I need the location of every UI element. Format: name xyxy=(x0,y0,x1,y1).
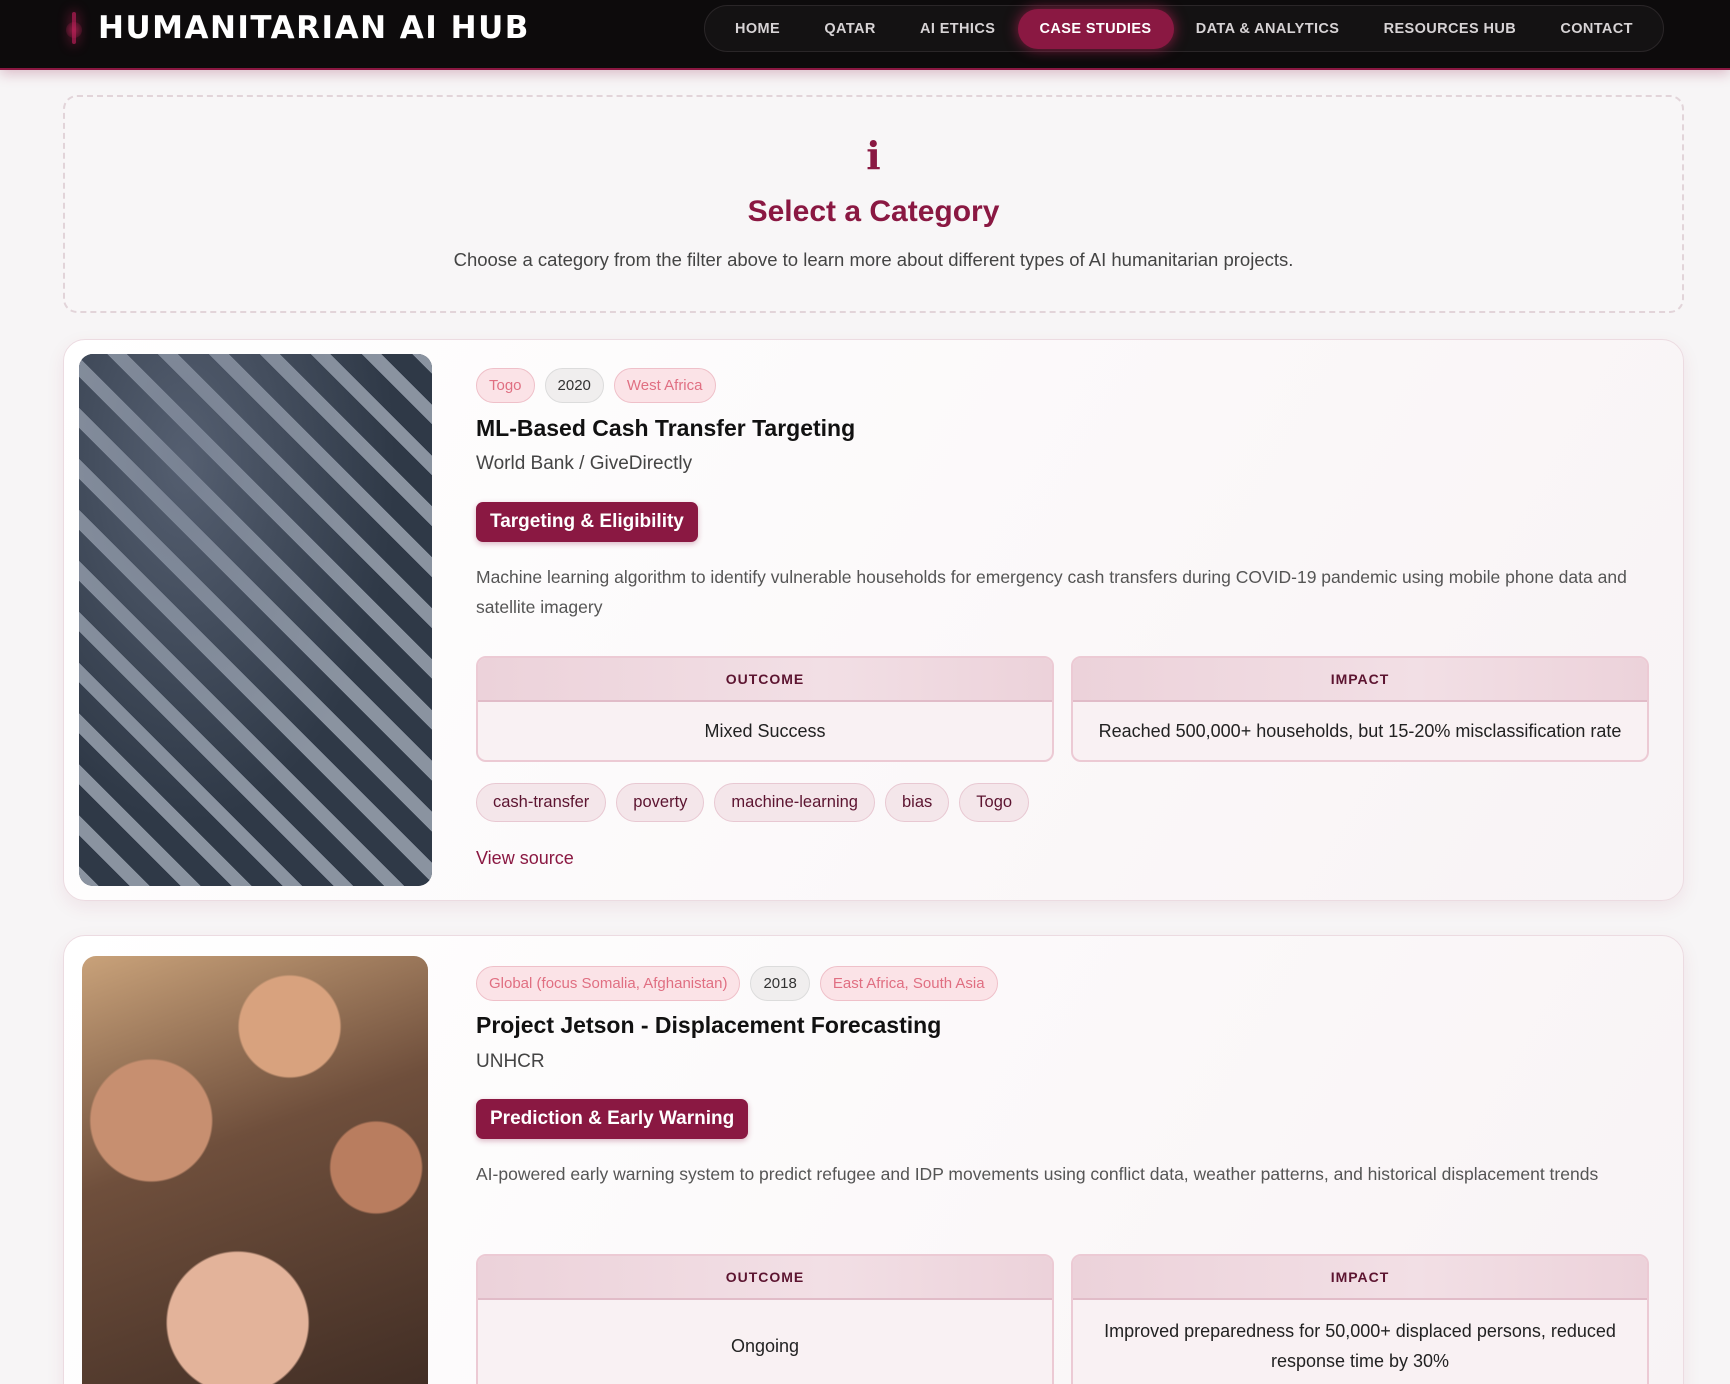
nav-data-analytics[interactable]: DATA & ANALYTICS xyxy=(1174,9,1362,49)
category-prompt-title: Select a Category xyxy=(747,195,1000,228)
main-nav: HOME QATAR AI ETHICS CASE STUDIES DATA &… xyxy=(704,5,1664,52)
case-title: ML-Based Cash Transfer Targeting xyxy=(476,415,856,441)
view-source-link[interactable]: View source xyxy=(476,848,574,869)
top-navigation-bar: HUMANITARIAN AI HUB HOME QATAR AI ETHICS… xyxy=(0,0,1730,70)
impact-value: Reached 500,000+ households, but 15-20% … xyxy=(1098,721,1622,741)
graduation-caps-image xyxy=(79,354,432,886)
nav-resources-hub[interactable]: RESOURCES HUB xyxy=(1362,9,1539,49)
region-pill: East Africa, South Asia xyxy=(819,966,998,1001)
location-pill: Togo xyxy=(476,368,535,403)
tag[interactable]: poverty xyxy=(616,783,705,822)
tag[interactable]: Togo xyxy=(959,783,1030,822)
case-study-card: Togo 2020 West Africa ML-Based Cash Tran… xyxy=(63,339,1684,901)
impact-panel: IMPACT Reached 500,000+ households, but … xyxy=(1071,656,1649,762)
brand[interactable]: HUMANITARIAN AI HUB xyxy=(66,8,530,48)
outcome-panel: OUTCOME Mixed Success xyxy=(476,656,1054,762)
info-icon: i xyxy=(866,133,881,178)
children-image xyxy=(82,956,428,1384)
case-photo xyxy=(82,956,428,1384)
tag[interactable]: bias xyxy=(884,783,950,822)
nav-qatar[interactable]: QATAR xyxy=(802,9,897,49)
impact-panel: IMPACT Improved preparedness for 50,000+… xyxy=(1071,1254,1649,1384)
nav-case-studies[interactable]: CASE STUDIES xyxy=(1017,8,1174,49)
impact-value: Improved preparedness for 50,000+ displa… xyxy=(1104,1321,1616,1371)
category-prompt-description: Choose a category from the filter above … xyxy=(453,249,1294,270)
case-organization: World Bank / GiveDirectly xyxy=(476,453,693,474)
case-description: AI-powered early warning system to predi… xyxy=(476,1164,1599,1184)
year-pill: 2018 xyxy=(750,966,810,1001)
case-meta-pills: Global (focus Somalia, Afghanistan) 2018… xyxy=(476,966,998,1001)
nav-home[interactable]: HOME xyxy=(713,9,802,49)
brand-title: HUMANITARIAN AI HUB xyxy=(98,10,530,46)
case-description: Machine learning algorithm to identify v… xyxy=(476,567,1627,617)
location-pill: Global (focus Somalia, Afghanistan) xyxy=(476,966,741,1001)
case-title: Project Jetson - Displacement Forecastin… xyxy=(476,1012,942,1038)
nav-contact[interactable]: CONTACT xyxy=(1538,9,1655,49)
outcome-label: OUTCOME xyxy=(478,658,1052,702)
outcome-label: OUTCOME xyxy=(478,1256,1052,1300)
brand-logo-icon xyxy=(66,10,84,46)
impact-label: IMPACT xyxy=(1073,658,1647,702)
year-pill: 2020 xyxy=(544,368,604,403)
outcome-panel: OUTCOME Ongoing xyxy=(476,1254,1054,1384)
region-pill: West Africa xyxy=(613,368,716,403)
case-category-badge: Targeting & Eligibility xyxy=(476,502,698,542)
nav-ai-ethics[interactable]: AI ETHICS xyxy=(898,9,1017,49)
outcome-value: Ongoing xyxy=(730,1336,800,1356)
case-category-badge: Prediction & Early Warning xyxy=(476,1099,749,1139)
tag-list: cash-transfer poverty machine-learning b… xyxy=(476,783,1030,822)
impact-label: IMPACT xyxy=(1073,1256,1647,1300)
tag[interactable]: machine-learning xyxy=(714,783,875,822)
case-meta-pills: Togo 2020 West Africa xyxy=(476,368,716,403)
case-photo xyxy=(79,354,432,886)
tag[interactable]: cash-transfer xyxy=(476,783,607,822)
case-study-card: Global (focus Somalia, Afghanistan) 2018… xyxy=(63,935,1684,1384)
case-organization: UNHCR xyxy=(476,1051,545,1072)
category-prompt: i Select a Category Choose a category fr… xyxy=(63,95,1684,313)
outcome-value: Mixed Success xyxy=(704,721,826,741)
